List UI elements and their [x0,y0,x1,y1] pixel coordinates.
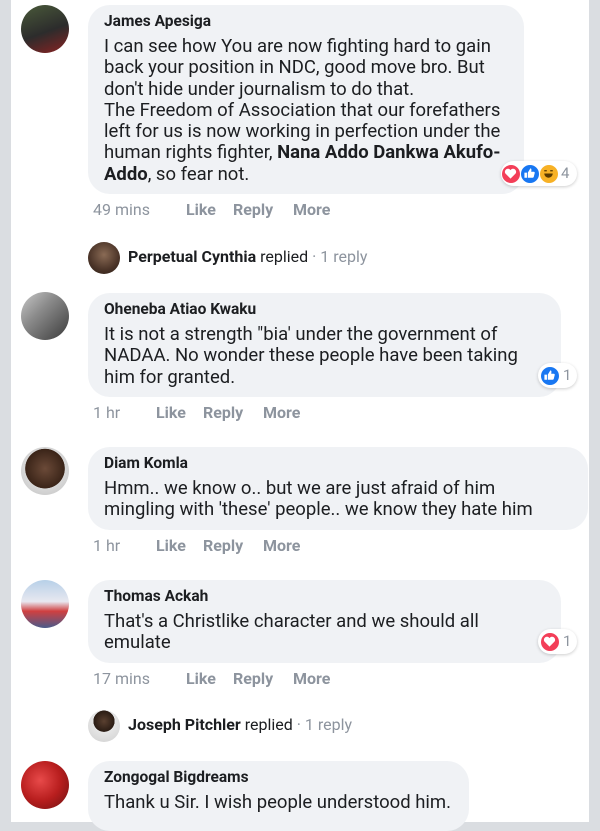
comment-bubble: Diam Komla Hmm.. we know o.. but we are … [88,447,588,530]
comment-text: It is not a strength "bia' under the gov… [104,323,554,388]
comment-text: That's a Christlike character and we sho… [104,610,554,654]
reaction-count: 4 [561,164,570,182]
avatar[interactable] [21,292,69,340]
comment-line: Thank u Sir. I wish people understood hi… [104,791,452,813]
more-button[interactable]: More [263,536,300,555]
like-button[interactable]: Like [186,200,216,219]
comment-bubble: Zongogal Bigdreams Thank u Sir. I wish p… [88,761,469,831]
view-replies-link[interactable]: Perpetual Cynthia replied · 1 reply [88,242,388,274]
reply-button[interactable]: Reply [203,403,243,422]
avatar[interactable] [21,447,69,495]
like-button[interactable]: Like [156,403,186,422]
like-button[interactable]: Like [156,536,186,555]
avatar[interactable] [21,761,69,809]
more-button[interactable]: More [293,669,330,688]
reaction-count: 1 [563,632,572,650]
haha-icon [539,164,559,184]
comment-line: don't hide under journalism to do that. [104,77,415,100]
comment-bubble: Thomas Ackah That's a Christlike charact… [88,580,561,663]
reply-count: 1 reply [320,247,368,266]
comment-line: back your position in NDC, good move bro… [104,56,485,79]
reply-button[interactable]: Reply [233,669,273,688]
comment-bubble: James Apesiga I can see how You are now … [88,5,524,194]
reply-verb: replied [244,715,293,734]
reply-summary: Joseph Pitchler replied · 1 reply [128,715,352,734]
avatar[interactable] [21,580,69,628]
comment-time[interactable]: 1 hr [93,536,120,555]
comment-line: emulate [104,631,171,654]
like-button[interactable]: Like [186,669,216,688]
comment-line: him for granted. [104,365,236,388]
comment-author[interactable]: Zongogal Bigdreams [104,768,249,786]
reply-verb: replied [260,247,309,266]
separator: · [296,715,301,734]
comment-author[interactable]: Thomas Ackah [104,587,208,605]
love-icon [540,632,560,652]
comment-time[interactable]: 1 hr [93,403,120,422]
comment-text: I can see how You are now fighting hard … [104,35,524,185]
reply-avatar [88,242,120,274]
comment-author[interactable]: Oheneba Atiao Kwaku [104,300,256,318]
comment-bubble: Oheneba Atiao Kwaku It is not a strength… [88,293,561,397]
reply-author[interactable]: Perpetual Cynthia [128,247,256,266]
comment-text-part: , so fear not. [147,162,250,185]
avatar[interactable] [21,5,69,53]
view-replies-link[interactable]: Joseph Pitchler replied · 1 reply [88,710,388,742]
comments-page: James Apesiga I can see how You are now … [11,0,589,831]
comment-text: Hmm.. we know o.. but we are just afraid… [104,477,584,521]
reply-count: 1 reply [304,715,353,734]
reply-summary: Perpetual Cynthia replied · 1 reply [128,247,367,266]
comment-line: Hmm.. we know o.. but we are just afraid… [104,477,496,499]
love-icon [501,164,521,184]
like-icon [520,164,540,184]
like-icon [540,366,560,386]
reaction-summary[interactable]: 4 [501,161,577,186]
comment-time[interactable]: 17 mins [93,669,150,688]
comment-author[interactable]: James Apesiga [104,12,211,30]
mention-link[interactable]: Nana Addo Dankwa Akufo- [277,141,500,163]
comment-line: left for us is now working in perfection… [104,120,501,143]
comment-line: It is not a strength "bia' under the gov… [104,323,498,345]
reaction-summary[interactable]: 1 [538,629,577,654]
reaction-summary[interactable]: 1 [538,363,577,388]
reply-author[interactable]: Joseph Pitchler [128,715,241,734]
comment-line: mingling with 'these' people.. we know t… [104,498,533,521]
comment-line: The Freedom of Association that our fore… [104,98,501,121]
comment-line: human rights fighter, Nana Addo Dankwa A… [104,142,524,163]
comment-time[interactable]: 49 mins [93,200,150,219]
more-button[interactable]: More [263,403,300,422]
reply-button[interactable]: Reply [203,536,243,555]
reply-avatar [88,710,120,742]
mention-link[interactable]: Addo [104,163,148,185]
comment-text-part: human rights fighter, [104,141,278,164]
comment-line: Addo, so fear not. [104,162,524,185]
comment-line: That's a Christlike character and we sho… [104,610,479,632]
comment-text: Thank u Sir. I wish people understood hi… [104,791,474,813]
reply-button[interactable]: Reply [233,200,273,219]
comment-line: I can see how You are now fighting hard … [104,35,491,57]
reaction-count: 1 [563,366,572,384]
more-button[interactable]: More [293,200,330,219]
comment-author[interactable]: Diam Komla [104,454,188,472]
separator: · [312,247,317,266]
comment-line: NADAA. No wonder these people have been … [104,344,518,367]
